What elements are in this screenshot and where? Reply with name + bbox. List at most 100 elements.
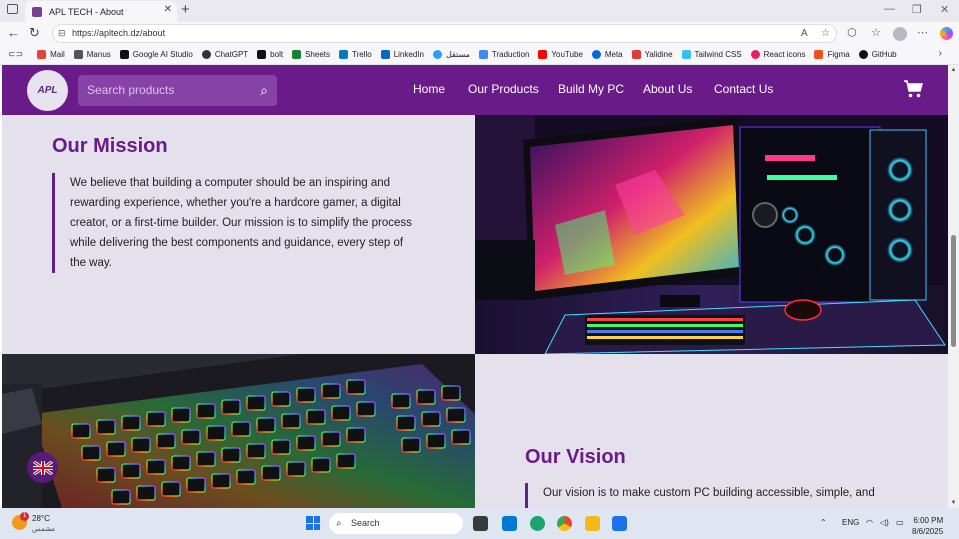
nav-link-contact[interactable]: Contact Us — [714, 82, 773, 96]
bookmarks-more-icon[interactable]: › — [939, 48, 942, 59]
bookmark-google-ai-studio[interactable]: Google AI Studio — [119, 50, 193, 59]
bookmark-figma[interactable]: Figma — [814, 50, 850, 59]
bookmark-react-icons[interactable]: React icons — [750, 50, 805, 59]
bookmarks-bar: ⊂⊃ Mail Manus Google AI Studio ChatGPT b… — [0, 45, 959, 65]
linkedin-icon — [380, 50, 390, 59]
manus-icon — [73, 50, 83, 59]
copilot-icon[interactable] — [940, 27, 953, 40]
bookmark-chatgpt[interactable]: ChatGPT — [201, 50, 248, 59]
chrome-icon[interactable] — [557, 516, 572, 531]
browser-tab-bar: APL TECH - About ✕ + — ❐ ✕ — [0, 0, 959, 22]
tab-actions-icon[interactable] — [7, 4, 18, 14]
mostaql-icon — [432, 50, 442, 59]
bolt-icon — [257, 50, 267, 59]
minimize-icon[interactable]: — — [884, 3, 895, 15]
clock-date: 8/6/2025 — [912, 527, 944, 536]
tab-favicon — [32, 6, 42, 17]
product-search-input[interactable]: Search products ⌕ — [78, 75, 277, 106]
uk-flag-icon — [32, 460, 53, 475]
language-indicator[interactable]: ENG — [842, 518, 859, 527]
bookmark-traduction[interactable]: Traduction — [478, 50, 529, 59]
browser-tab-active[interactable]: APL TECH - About ✕ — [25, 1, 177, 22]
figma-icon — [814, 50, 824, 59]
scroll-thumb[interactable] — [951, 235, 956, 347]
bookmark-mostaql[interactable]: مستقل — [432, 50, 470, 59]
windows-taskbar: 1 28°C مشمس ⌕ Search ⌃ ENG ◠ ◁) ▭ 6:00 P… — [0, 508, 959, 539]
gaming-pc-setup-image — [475, 115, 948, 354]
store-icon[interactable] — [612, 516, 627, 531]
translate-icon — [478, 50, 488, 59]
bookmark-github[interactable]: GitHub — [858, 50, 897, 59]
new-tab-icon[interactable]: + — [181, 1, 190, 18]
search-placeholder: Search products — [87, 83, 175, 97]
github-icon — [858, 50, 868, 59]
read-aloud-icon[interactable]: A — [801, 25, 808, 42]
weather-temperature[interactable]: 28°C — [32, 514, 50, 523]
site-logo[interactable]: APL — [27, 70, 68, 111]
address-toolbar: ← ↻ ⊟ https://apltech.dz/about A ☆ ⬡ ☆ ⋯ — [0, 22, 959, 45]
vscode-icon[interactable] — [502, 516, 517, 531]
rgb-keyboard-image — [2, 354, 475, 508]
nav-link-build-pc[interactable]: Build My PC — [558, 82, 624, 96]
tab-title: APL TECH - About — [49, 6, 124, 17]
site-info-icon[interactable]: ⊟ — [58, 25, 66, 42]
weather-description: مشمس — [32, 526, 55, 533]
mission-heading: Our Mission — [52, 135, 168, 157]
rgb-keyboard-illustration — [2, 354, 475, 508]
taskbar-search-label: Search — [351, 518, 380, 528]
taskbar-search-box[interactable]: ⌕ Search — [329, 513, 463, 534]
refresh-icon[interactable]: ↻ — [29, 25, 40, 41]
bookmark-yalidine[interactable]: Yalidine — [631, 50, 673, 59]
system-clock[interactable]: 6:00 PM 8/6/2025 — [912, 515, 943, 537]
bookmark-youtube[interactable]: YouTube — [538, 50, 583, 59]
show-hidden-icons-icon[interactable]: ⌃ — [820, 518, 827, 527]
battery-icon[interactable]: ▭ — [896, 518, 904, 527]
favorites-icon[interactable]: ☆ — [871, 26, 881, 39]
search-icon[interactable]: ⌕ — [260, 75, 268, 106]
gmail-icon — [37, 50, 47, 59]
page-scrollbar[interactable]: ▲ ▼ — [948, 65, 959, 508]
tailwind-icon — [681, 50, 691, 59]
bookmark-manus[interactable]: Manus — [73, 50, 111, 59]
scroll-down-icon[interactable]: ▼ — [948, 500, 959, 506]
youtube-icon — [538, 50, 548, 59]
bookmark-sheets[interactable]: Sheets — [292, 50, 330, 59]
clock-time: 6:00 PM — [913, 516, 944, 525]
profile-avatar-icon[interactable] — [893, 27, 907, 41]
mission-paragraph: We believe that building a computer shou… — [52, 173, 422, 273]
bookmark-tailwind[interactable]: Tailwind CSS — [681, 50, 742, 59]
restore-icon[interactable]: ❐ — [912, 3, 922, 16]
back-icon[interactable]: ← — [7, 25, 20, 40]
yalidine-icon — [631, 50, 641, 59]
extensions-icon[interactable]: ⬡ — [847, 26, 857, 39]
file-explorer-icon[interactable] — [585, 516, 600, 531]
bookmark-bolt[interactable]: bolt — [257, 50, 283, 59]
favorite-star-icon[interactable]: ☆ — [821, 25, 830, 42]
bookmarks-toggle-icon[interactable]: ⊂⊃ — [8, 49, 23, 60]
bookmark-linkedin[interactable]: LinkedIn — [380, 50, 424, 59]
chatgpt-icon — [201, 50, 211, 59]
address-bar[interactable]: ⊟ https://apltech.dz/about A ☆ — [52, 24, 837, 43]
scroll-up-icon[interactable]: ▲ — [948, 67, 959, 73]
task-view-icon[interactable] — [473, 516, 488, 531]
edge-icon[interactable] — [530, 516, 545, 531]
bookmark-trello[interactable]: Trello — [338, 50, 372, 59]
tab-close-icon[interactable]: ✕ — [164, 4, 172, 15]
gaming-pc-illustration — [475, 115, 948, 354]
cart-icon[interactable] — [903, 79, 924, 99]
nav-link-products[interactable]: Our Products — [468, 82, 539, 96]
wifi-icon[interactable]: ◠ — [866, 518, 873, 527]
volume-icon[interactable]: ◁) — [880, 518, 889, 527]
trello-icon — [338, 50, 348, 59]
url-text: https://apltech.dz/about — [72, 28, 166, 38]
bookmark-mail[interactable]: Mail — [37, 50, 65, 59]
bookmark-meta[interactable]: Meta — [591, 50, 623, 59]
nav-link-about[interactable]: About Us — [643, 82, 692, 96]
more-menu-icon[interactable]: ⋯ — [917, 26, 928, 39]
window-close-icon[interactable]: ✕ — [940, 3, 949, 16]
weather-badge: 1 — [20, 512, 29, 521]
start-windows-icon[interactable] — [306, 516, 320, 530]
meta-icon — [591, 50, 601, 59]
language-switch-button[interactable] — [27, 452, 58, 483]
nav-link-home[interactable]: Home — [413, 82, 445, 96]
